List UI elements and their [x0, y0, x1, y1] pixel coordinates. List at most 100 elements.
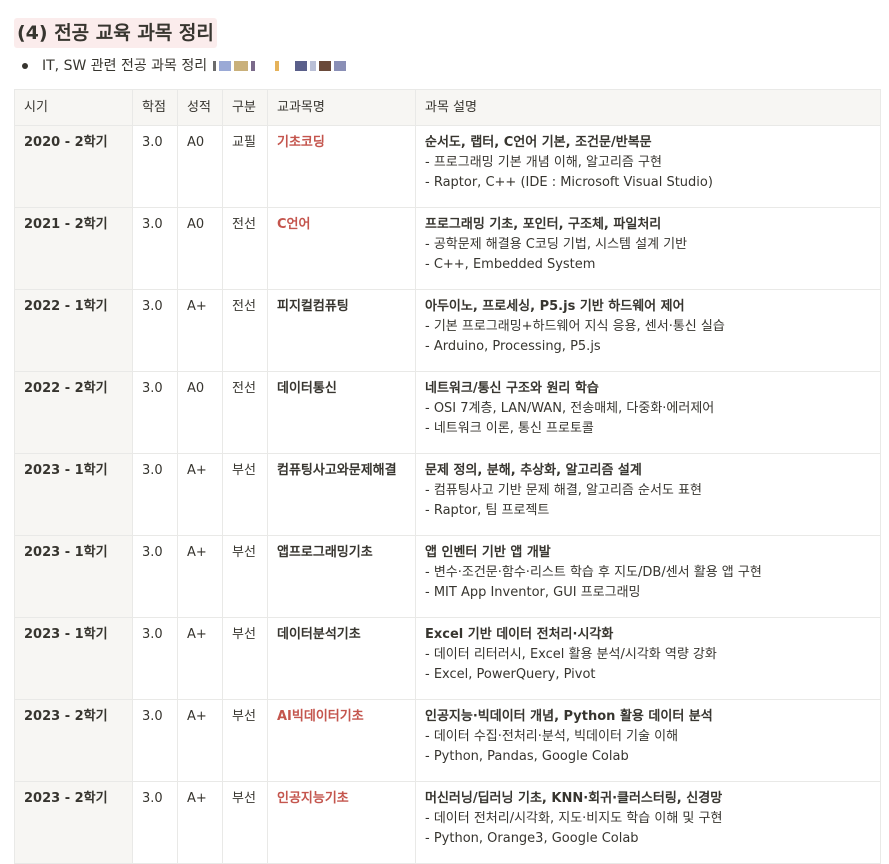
credit-cell: 3.0	[132, 453, 178, 536]
type-cell: 전선	[222, 207, 268, 290]
credit-cell: 3.0	[132, 699, 178, 782]
table-row: 2023 - 2학기 3.0 A+ 부선 인공지능기초 머신러닝/딥러닝 기초, KNN·…	[14, 781, 881, 864]
description-line: - OSI 7계층, LAN/WAN, 전송매체, 다중화·에러제어	[425, 401, 715, 416]
grade-cell: A0	[177, 125, 223, 208]
credit-cell: 3.0	[132, 371, 178, 454]
course-cell: 데이터통신	[267, 371, 416, 454]
type-cell: 부선	[222, 699, 268, 782]
description-title: Excel 기반 데이터 전처리·시각화	[425, 627, 614, 642]
table-row: 2022 - 2학기 3.0 A0 전선 데이터통신 네트워크/통신 구조와 원리 학습 -…	[14, 371, 881, 454]
description-line: - Raptor, 팀 프로젝트	[425, 503, 550, 518]
description-title: 네트워크/통신 구조와 원리 학습	[425, 381, 599, 396]
table-header-row: 시기 학점 성적 구분 교과목명 과목 설명	[14, 89, 881, 126]
credit-cell: 3.0	[132, 207, 178, 290]
description-line: - 프로그래밍 기본 개념 이해, 알고리즘 구현	[425, 155, 662, 170]
header-description: 과목 설명	[415, 89, 881, 126]
redacted-text	[213, 61, 347, 71]
description-line: - 데이터 수집·전처리·분석, 빅데이터 기술 이해	[425, 729, 679, 744]
description-cell: 아두이노, 프로세싱, P5.js 기반 하드웨어 제어 - 기본 프로그래밍+하…	[415, 289, 881, 372]
description-line: - Arduino, Processing, P5.js	[425, 339, 601, 354]
table-row: 2021 - 2학기 3.0 A0 전선 C언어 프로그래밍 기초, 포인터, 구조체, …	[14, 207, 881, 290]
period-cell: 2023 - 2학기	[14, 781, 133, 864]
credit-cell: 3.0	[132, 125, 178, 208]
description-title: 아두이노, 프로세싱, P5.js 기반 하드웨어 제어	[425, 299, 685, 314]
grade-cell: A+	[177, 453, 223, 536]
course-cell: 기초코딩	[267, 125, 416, 208]
description-line: - 공학문제 해결용 C코딩 기법, 시스템 설계 기반	[425, 237, 688, 252]
description-cell: 인공지능·빅데이터 개념, Python 활용 데이터 분석 - 데이터 수집·전…	[415, 699, 881, 782]
type-cell: 부선	[222, 617, 268, 700]
description-line: - Python, Orange3, Google Colab	[425, 831, 639, 846]
course-cell: 인공지능기초	[267, 781, 416, 864]
description-line: - Raptor, C++ (IDE : Microsoft Visual St…	[425, 175, 713, 190]
type-cell: 교필	[222, 125, 268, 208]
section-heading: (4) 전공 교육 과목 정리	[14, 18, 217, 48]
period-cell: 2022 - 1학기	[14, 289, 133, 372]
header-credit: 학점	[132, 89, 178, 126]
credit-cell: 3.0	[132, 289, 178, 372]
description-cell: 프로그래밍 기초, 포인터, 구조체, 파일처리 - 공학문제 해결용 C코딩 기…	[415, 207, 881, 290]
course-cell: 앱프로그래밍기초	[267, 535, 416, 618]
course-cell: 컴퓨팅사고와문제해결	[267, 453, 416, 536]
period-cell: 2020 - 2학기	[14, 125, 133, 208]
table-row: 2020 - 2학기 3.0 A0 교필 기초코딩 순서도, 랩터, C언어 기본, 조건…	[14, 125, 881, 208]
header-type: 구분	[222, 89, 268, 126]
header-course: 교과목명	[267, 89, 416, 126]
description-line: - 데이터 전처리/시각화, 지도·비지도 학습 이해 및 구현	[425, 811, 723, 826]
course-cell: 데이터분석기초	[267, 617, 416, 700]
period-cell: 2021 - 2학기	[14, 207, 133, 290]
description-title: 머신러닝/딥러닝 기초, KNN·회귀·클러스터링, 신경망	[425, 791, 723, 806]
grade-cell: A0	[177, 371, 223, 454]
grade-cell: A+	[177, 289, 223, 372]
type-cell: 전선	[222, 371, 268, 454]
description-line: - 기본 프로그래밍+하드웨어 지식 응용, 센서·통신 실습	[425, 319, 725, 334]
description-line: - 데이터 리터러시, Excel 활용 분석/시각화 역량 강화	[425, 647, 717, 662]
period-cell: 2023 - 2학기	[14, 699, 133, 782]
period-cell: 2022 - 2학기	[14, 371, 133, 454]
description-line: - Excel, PowerQuery, Pivot	[425, 667, 596, 682]
description-line: - MIT App Inventor, GUI 프로그래밍	[425, 585, 641, 600]
type-cell: 부선	[222, 781, 268, 864]
course-table: 시기 학점 성적 구분 교과목명 과목 설명 2020 - 2학기 3.0 A0 교필…	[14, 89, 881, 864]
table-row: 2023 - 2학기 3.0 A+ 부선 AI빅데이터기초 인공지능·빅데이터 개념, P…	[14, 699, 881, 782]
grade-cell: A0	[177, 207, 223, 290]
description-title: 앱 인벤터 기반 앱 개발	[425, 545, 551, 560]
grade-cell: A+	[177, 699, 223, 782]
description-title: 인공지능·빅데이터 개념, Python 활용 데이터 분석	[425, 709, 713, 724]
bullet-item: IT, SW 관련 전공 과목 정리	[22, 54, 347, 78]
period-cell: 2023 - 1학기	[14, 617, 133, 700]
type-cell: 부선	[222, 535, 268, 618]
bullet-text: IT, SW 관련 전공 과목 정리	[42, 58, 208, 74]
description-cell: 네트워크/통신 구조와 원리 학습 - OSI 7계층, LAN/WAN, 전송매…	[415, 371, 881, 454]
grade-cell: A+	[177, 617, 223, 700]
course-cell: AI빅데이터기초	[267, 699, 416, 782]
header-grade: 성적	[177, 89, 223, 126]
credit-cell: 3.0	[132, 617, 178, 700]
description-line: - C++, Embedded System	[425, 257, 596, 272]
grade-cell: A+	[177, 535, 223, 618]
description-line: - Python, Pandas, Google Colab	[425, 749, 629, 764]
description-line: - 네트워크 이론, 통신 프로토콜	[425, 421, 594, 436]
description-cell: 문제 정의, 분해, 추상화, 알고리즘 설계 - 컴퓨팅사고 기반 문제 해결,…	[415, 453, 881, 536]
period-cell: 2023 - 1학기	[14, 535, 133, 618]
credit-cell: 3.0	[132, 781, 178, 864]
period-cell: 2023 - 1학기	[14, 453, 133, 536]
header-period: 시기	[14, 89, 133, 126]
description-title: 문제 정의, 분해, 추상화, 알고리즘 설계	[425, 463, 642, 478]
description-line: - 컴퓨팅사고 기반 문제 해결, 알고리즘 순서도 표현	[425, 483, 702, 498]
description-cell: 순서도, 랩터, C언어 기본, 조건문/반복문 - 프로그래밍 기본 개념 이해…	[415, 125, 881, 208]
description-title: 프로그래밍 기초, 포인터, 구조체, 파일처리	[425, 217, 662, 232]
credit-cell: 3.0	[132, 535, 178, 618]
course-cell: 피지컬컴퓨팅	[267, 289, 416, 372]
table-row: 2023 - 1학기 3.0 A+ 부선 앱프로그래밍기초 앱 인벤터 기반 앱 개발 - …	[14, 535, 881, 618]
bullet-dot-icon	[22, 63, 28, 69]
type-cell: 전선	[222, 289, 268, 372]
description-line: - 변수·조건문·함수·리스트 학습 후 지도/DB/센서 활용 앱 구현	[425, 565, 762, 580]
description-title: 순서도, 랩터, C언어 기본, 조건문/반복문	[425, 135, 652, 150]
type-cell: 부선	[222, 453, 268, 536]
grade-cell: A+	[177, 781, 223, 864]
table-row: 2023 - 1학기 3.0 A+ 부선 컴퓨팅사고와문제해결 문제 정의, 분해, 추상…	[14, 453, 881, 536]
table-row: 2022 - 1학기 3.0 A+ 전선 피지컬컴퓨팅 아두이노, 프로세싱, P5.js…	[14, 289, 881, 372]
description-cell: Excel 기반 데이터 전처리·시각화 - 데이터 리터러시, Excel 활용…	[415, 617, 881, 700]
course-cell: C언어	[267, 207, 416, 290]
